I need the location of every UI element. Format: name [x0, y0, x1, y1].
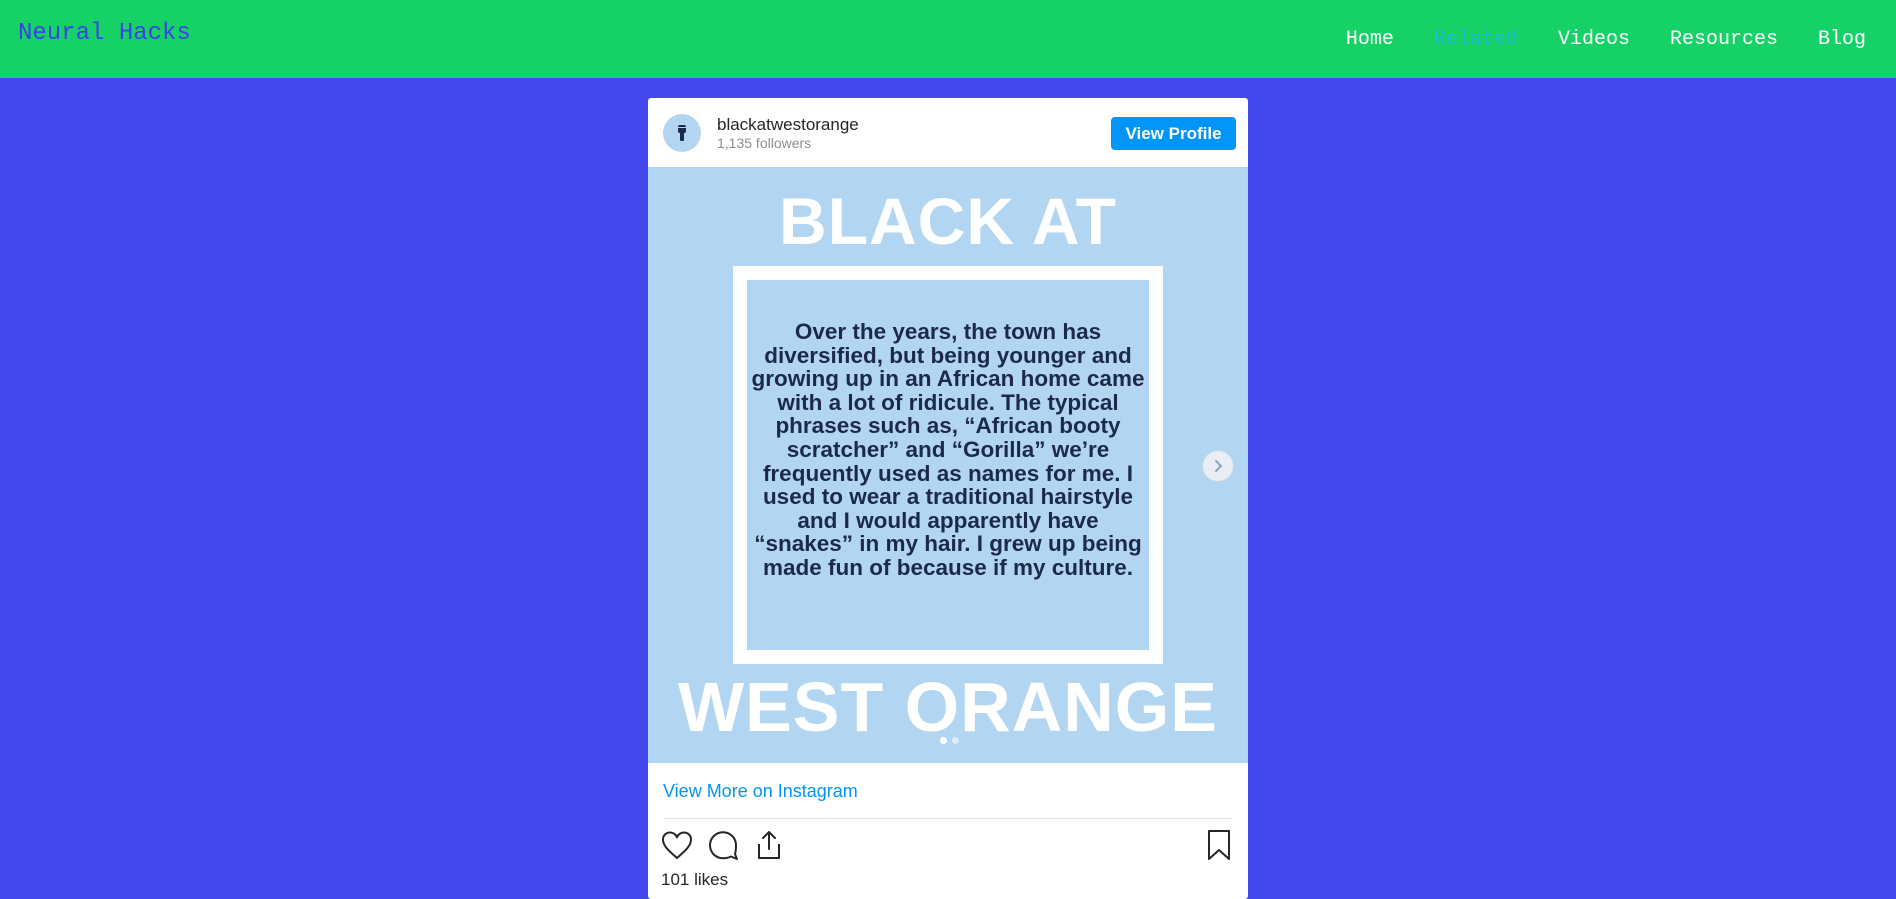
chevron-right-icon	[1215, 460, 1223, 472]
carousel-indicator	[940, 737, 959, 744]
image-title-top: BLACK AT	[779, 184, 1117, 258]
instagram-embed-card: blackatwestorange 1,135 followers View P…	[648, 98, 1248, 899]
share-button[interactable]	[752, 828, 786, 862]
post-header: blackatwestorange 1,135 followers View P…	[648, 98, 1248, 167]
quote-frame: Over the years, the town has diversified…	[733, 266, 1163, 664]
heart-icon	[661, 831, 693, 860]
comment-bubble-icon	[709, 831, 738, 860]
nav-link-videos[interactable]: Videos	[1558, 28, 1630, 51]
site-brand[interactable]: Neural Hacks	[18, 20, 191, 47]
nav-link-related[interactable]: Related	[1434, 28, 1518, 51]
follower-count: 1,135 followers	[717, 135, 812, 151]
view-more-instagram-link[interactable]: View More on Instagram	[663, 781, 858, 802]
image-title-bottom: WEST ORANGE	[678, 668, 1218, 746]
like-button[interactable]	[660, 828, 694, 862]
avatar[interactable]	[663, 114, 701, 152]
post-actions	[660, 828, 786, 862]
save-button[interactable]	[1202, 828, 1236, 862]
post-image[interactable]: BLACK AT Over the years, the town has di…	[648, 167, 1248, 763]
likes-count: 101 likes	[661, 870, 729, 889]
nav-menu: Home Related Videos Resources Blog	[1346, 28, 1866, 51]
carousel-dot-active	[940, 737, 947, 744]
carousel-next-button[interactable]	[1202, 450, 1234, 482]
nav-link-resources[interactable]: Resources	[1670, 28, 1778, 51]
quote-text: Over the years, the town has diversified…	[751, 319, 1145, 580]
bookmark-icon	[1208, 830, 1230, 860]
comment-button[interactable]	[706, 828, 740, 862]
raised-fist-icon	[678, 125, 686, 141]
nav-link-blog[interactable]: Blog	[1818, 28, 1866, 51]
view-profile-button[interactable]: View Profile	[1111, 117, 1236, 150]
navbar: Neural Hacks Home Related Videos Resourc…	[0, 0, 1896, 78]
username[interactable]: blackatwestorange	[717, 115, 859, 135]
share-icon	[758, 831, 780, 859]
divider	[663, 818, 1233, 819]
carousel-dot	[952, 737, 959, 744]
nav-link-home[interactable]: Home	[1346, 28, 1394, 51]
